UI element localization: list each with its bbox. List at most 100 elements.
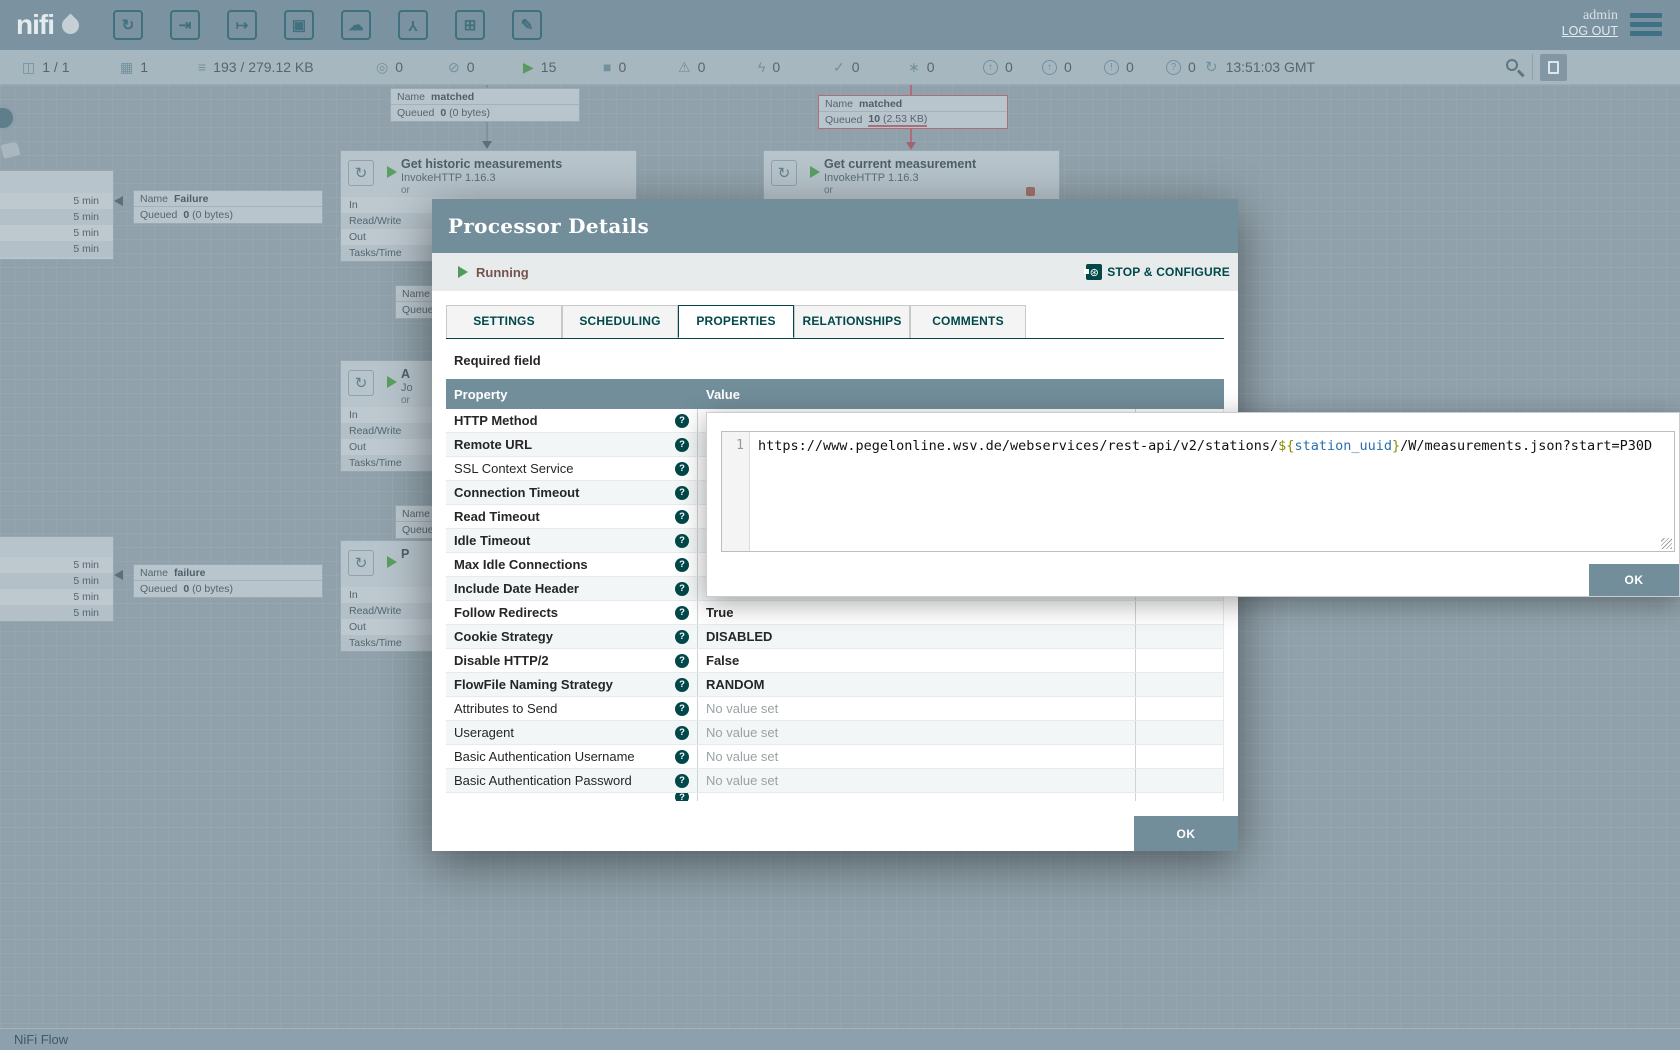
connection-name-label: Name: [825, 98, 853, 110]
breadcrumb-flow-name[interactable]: NiFi Flow: [14, 1032, 68, 1047]
property-row[interactable]: Cookie Strategy ? DISABLED: [446, 625, 1224, 649]
help-icon[interactable]: ?: [675, 510, 689, 524]
tab[interactable]: SCHEDULING: [562, 305, 678, 338]
required-field-note: Required field: [454, 353, 1224, 371]
refresh-icon[interactable]: ↻: [1205, 58, 1218, 76]
tab[interactable]: RELATIONSHIPS: [794, 305, 910, 338]
logout-link[interactable]: LOG OUT: [1562, 24, 1618, 38]
connection-name-label: Name: [140, 193, 168, 205]
help-icon[interactable]: ?: [675, 606, 689, 620]
status-count: 0: [1064, 59, 1072, 75]
help-icon[interactable]: ?: [675, 630, 689, 644]
help-icon[interactable]: ?: [675, 774, 689, 788]
help-icon[interactable]: ?: [675, 438, 689, 452]
processor-annotation-icon: [1026, 187, 1035, 196]
remote-process-group-icon[interactable]: ☁: [341, 10, 371, 40]
remote-url-value-input[interactable]: https://www.pegelonline.wsv.de/webservic…: [750, 432, 1674, 551]
label-icon[interactable]: ✎: [512, 10, 542, 40]
connection-label[interactable]: Name matched Queued 0 (0 bytes): [390, 88, 580, 122]
help-icon[interactable]: ?: [675, 702, 689, 716]
status-count: 0: [395, 59, 403, 75]
property-row[interactable]: Basic Authentication Username ? No value…: [446, 745, 1224, 769]
processor-icon[interactable]: ↻: [113, 10, 143, 40]
connection-label[interactable]: Name failure Queued 0 (0 bytes): [133, 564, 323, 598]
dialog-ok-button[interactable]: OK: [1134, 816, 1238, 851]
unknown-version-icon: ?: [1166, 60, 1181, 75]
stop-and-configure-button[interactable]: ⊛ STOP & CONFIGURE: [1086, 253, 1230, 291]
help-icon[interactable]: ?: [675, 486, 689, 500]
property-row[interactable]: Useragent ? No value set: [446, 721, 1224, 745]
clipped-processor-top[interactable]: 5 min 5 min 5 min 5 min: [0, 170, 114, 260]
tab[interactable]: COMMENTS: [910, 305, 1026, 338]
help-icon[interactable]: ?: [675, 750, 689, 764]
property-name: Max Idle Connections: [454, 557, 588, 572]
connection-label[interactable]: Name matched Queued 10 (2.53 KB): [818, 95, 1008, 129]
property-row[interactable]: Attributes to Send ? No value set: [446, 697, 1224, 721]
property-row[interactable]: Basic Authentication Password ? No value…: [446, 769, 1224, 793]
connection-line: [486, 85, 488, 88]
property-name: Basic Authentication Username: [454, 749, 635, 764]
stat-label: Tasks/Time: [349, 247, 402, 259]
property-row[interactable]: Follow Redirects ? True: [446, 601, 1224, 625]
nifi-logo-text: nifi: [16, 9, 54, 41]
output-port-icon[interactable]: ↦: [227, 10, 257, 40]
property-row-extra-cell: [1136, 697, 1224, 720]
property-name: Disable HTTP/2: [454, 653, 549, 668]
status-item: ? 0: [1166, 50, 1196, 84]
tab[interactable]: PROPERTIES: [678, 305, 794, 338]
flow-status-bar: ◫ 1 / 1 ▦ 1 ≡ 193 / 279.12 KB ◎ 0 ⊘ 0 ▶ …: [0, 50, 1680, 85]
status-count: 0: [772, 59, 780, 75]
property-name: Connection Timeout: [454, 485, 579, 500]
dialog-status-row: Running ⊛ STOP & CONFIGURE: [432, 253, 1238, 291]
value-editor-popup: 1 https://www.pegelonline.wsv.de/webserv…: [706, 412, 1680, 597]
editor-ok-button[interactable]: OK: [1589, 564, 1679, 596]
queued-list-icon: ≡: [198, 59, 206, 75]
status-count: 0: [1188, 59, 1196, 75]
help-icon: ?: [675, 793, 689, 801]
help-icon[interactable]: ?: [675, 654, 689, 668]
funnel-icon[interactable]: Y: [398, 10, 428, 40]
processor-title: P: [401, 547, 409, 561]
help-icon[interactable]: ?: [675, 462, 689, 476]
property-value: No value set: [706, 725, 778, 740]
running-indicator-icon: [387, 376, 397, 388]
stat-value: 5 min: [73, 243, 99, 255]
processor-type-icon: ↻: [348, 370, 374, 396]
connection-name-value: matched: [859, 98, 902, 110]
status-item: ≡ 193 / 279.12 KB: [198, 50, 314, 84]
property-name: Cookie Strategy: [454, 629, 553, 644]
global-menu-button[interactable]: [1630, 13, 1662, 37]
bulletin-panel-button[interactable]: [1540, 54, 1567, 81]
running-indicator-icon: [387, 166, 397, 178]
help-icon[interactable]: ?: [675, 582, 689, 596]
connection-name-label: Name: [402, 508, 430, 520]
input-port-icon[interactable]: ⇥: [170, 10, 200, 40]
help-icon[interactable]: ?: [675, 558, 689, 572]
current-user: admin: [1562, 8, 1618, 24]
tab[interactable]: SETTINGS: [446, 305, 562, 338]
help-icon[interactable]: ?: [675, 534, 689, 548]
property-row[interactable]: Disable HTTP/2 ? False: [446, 649, 1224, 673]
property-row[interactable]: FlowFile Naming Strategy ? RANDOM: [446, 673, 1224, 697]
property-row-clipped: ?: [446, 793, 1224, 801]
clipped-processor-bottom[interactable]: 5 min 5 min 5 min 5 min: [0, 536, 114, 622]
help-icon[interactable]: ?: [675, 726, 689, 740]
help-icon[interactable]: ?: [675, 414, 689, 428]
statusbar-divider: [1532, 54, 1533, 80]
status-item: ◎ 0: [376, 50, 403, 84]
status-item: ↑ 0: [983, 50, 1013, 84]
connection-label[interactable]: Name Failure Queued 0 (0 bytes): [133, 190, 323, 224]
code-editor[interactable]: 1 https://www.pegelonline.wsv.de/webserv…: [721, 431, 1675, 552]
status-item: ■ 0: [603, 50, 626, 84]
process-group-icon[interactable]: ▣: [284, 10, 314, 40]
stat-label: Tasks/Time: [349, 637, 402, 649]
status-count: 0: [698, 59, 706, 75]
help-icon[interactable]: ?: [675, 678, 689, 692]
connection-queued-count: 10: [868, 113, 880, 125]
connection-name-label: Name: [140, 567, 168, 579]
template-icon[interactable]: ⊞: [455, 10, 485, 40]
status-count: 0: [927, 59, 935, 75]
search-icon[interactable]: [1506, 59, 1518, 71]
resize-handle[interactable]: [1661, 538, 1672, 549]
property-name: Read Timeout: [454, 509, 540, 524]
